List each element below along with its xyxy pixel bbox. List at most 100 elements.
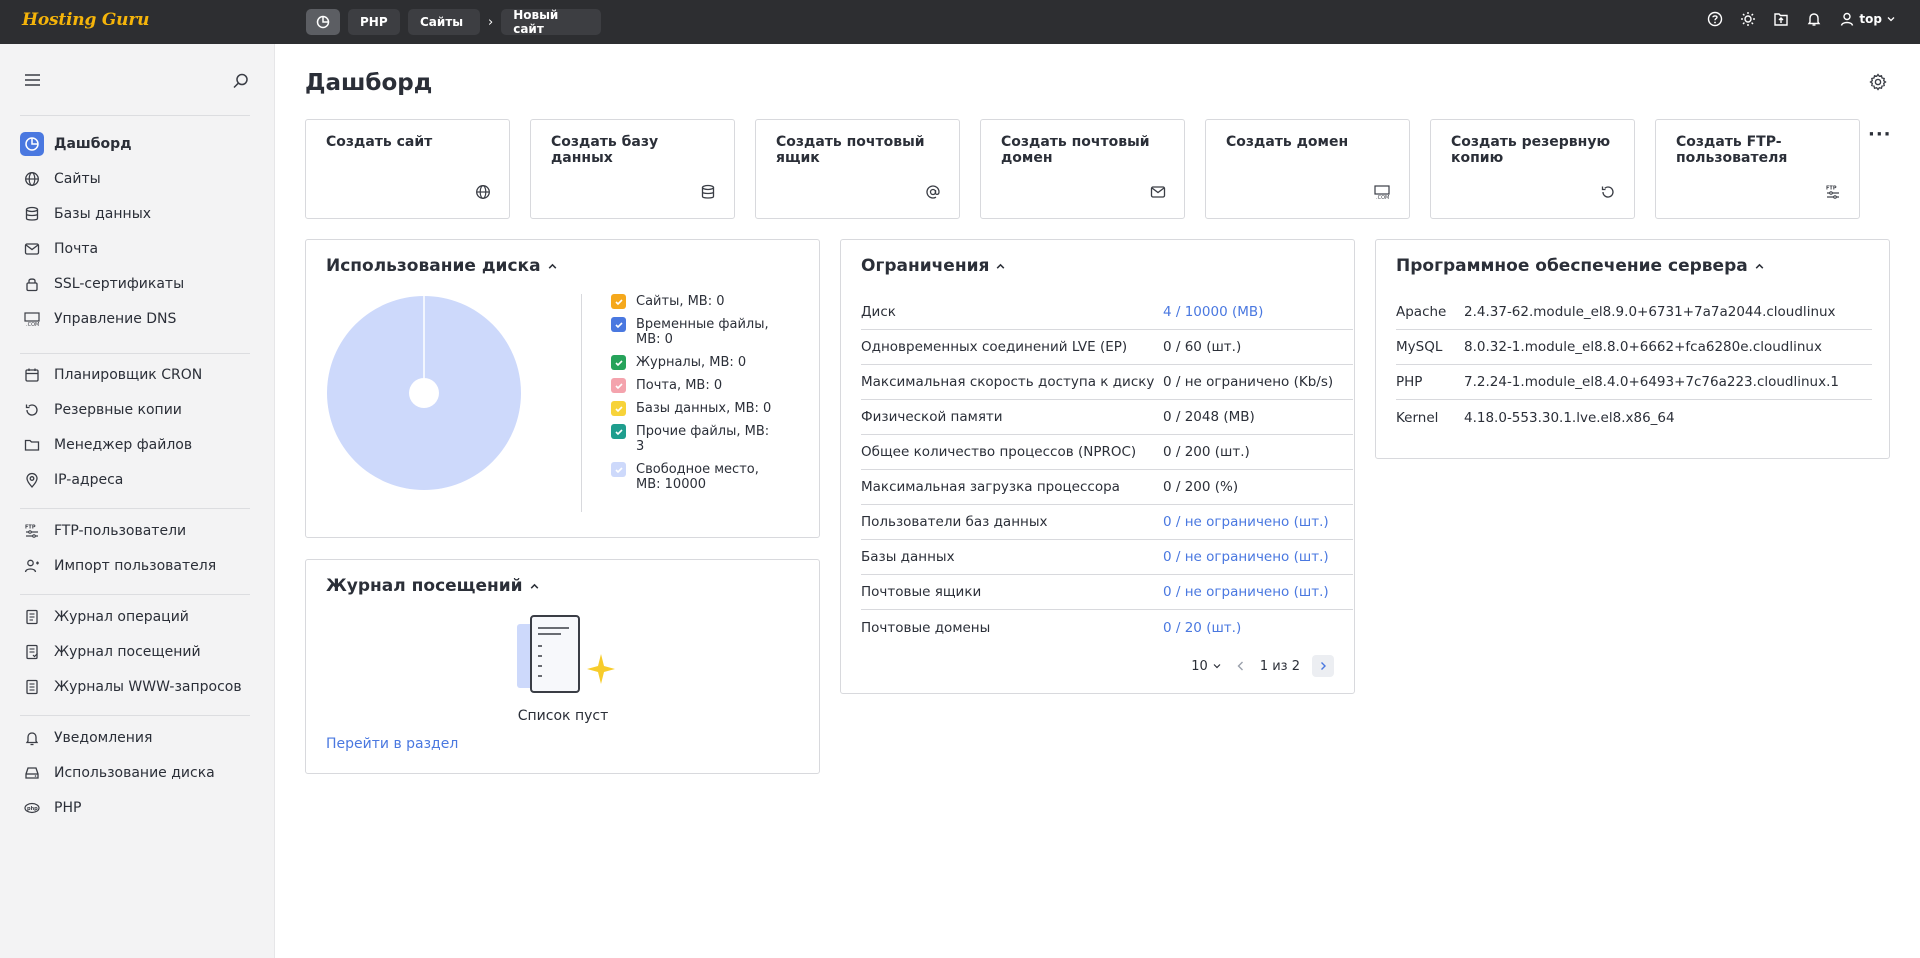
- create-mailbox-card[interactable]: Создать почтовый ящик: [755, 119, 960, 219]
- chevron-up-icon: [1755, 263, 1764, 269]
- breadcrumb-home-button[interactable]: [306, 9, 340, 35]
- sidebar-item-label: Почта: [54, 241, 99, 257]
- page-size-select[interactable]: 10: [1191, 659, 1222, 674]
- software-name: PHP: [1396, 374, 1423, 390]
- limit-name: Максимальная загрузка процессора: [861, 479, 1120, 495]
- limit-name: Диск: [861, 304, 896, 320]
- disk-usage-pie-chart: [327, 296, 521, 490]
- checkbox[interactable]: [611, 355, 626, 370]
- create-mail-domain-card[interactable]: Создать почтовый домен: [980, 119, 1185, 219]
- checkbox[interactable]: [611, 378, 626, 393]
- sidebar-divider: [20, 594, 250, 595]
- sidebar-item-dns[interactable]: .COM Управление DNS: [20, 305, 252, 333]
- folder-icon: [20, 433, 44, 457]
- dashboard-icon: [20, 132, 44, 156]
- create-database-card[interactable]: Создать базу данных: [530, 119, 735, 219]
- create-domain-card[interactable]: Создать домен .COM: [1205, 119, 1410, 219]
- card-label: Создать почтовый ящик: [776, 134, 925, 166]
- sidebar-item-ip[interactable]: IP-адреса: [20, 466, 252, 494]
- sidebar-item-ssl[interactable]: SSL-сертификаты: [20, 270, 252, 298]
- limit-value-link[interactable]: 0 / не ограничено (шт.): [1163, 514, 1329, 530]
- limit-name: Базы данных: [861, 549, 955, 565]
- sidebar-item-mail[interactable]: Почта: [20, 235, 252, 263]
- sidebar-divider: [20, 353, 250, 354]
- ftp-icon: FTP: [1826, 186, 1839, 199]
- create-ftp-user-card[interactable]: Создать FTP-пользователя FTP: [1655, 119, 1860, 219]
- bell-icon[interactable]: [1806, 11, 1822, 27]
- help-icon[interactable]: [1707, 11, 1723, 27]
- backup-icon: [1601, 186, 1614, 198]
- sidebar-item-operations-log[interactable]: Журнал операций: [20, 603, 252, 631]
- software-version: 2.4.37-62.module_el8.9.0+6731+7a7a2044.c…: [1464, 304, 1836, 320]
- breadcrumb-item-new-site[interactable]: Новый сайт: [501, 8, 602, 36]
- page-title: Дашборд: [305, 70, 433, 96]
- legend-label: Временные файлы, MB: 0: [636, 317, 769, 347]
- user-menu[interactable]: top: [1839, 11, 1896, 27]
- sidebar-item-ftp[interactable]: FTP FTP-пользователи: [20, 517, 252, 545]
- limit-row-memory: Физической памяти 0 / 2048 (MB): [861, 400, 1353, 435]
- breadcrumb-item-sites[interactable]: Сайты: [408, 9, 480, 35]
- sidebar-item-databases[interactable]: Базы данных: [20, 200, 252, 228]
- sidebar-item-sites[interactable]: Сайты: [20, 165, 252, 193]
- software-name: Apache: [1396, 304, 1447, 320]
- panel-header[interactable]: Ограничения: [861, 256, 1006, 276]
- search-icon[interactable]: [232, 72, 250, 90]
- sidebar-item-dashboard[interactable]: Дашборд: [20, 130, 252, 158]
- limit-row-cpu: Максимальная загрузка процессора 0 / 200 …: [861, 470, 1353, 505]
- panel-header[interactable]: Использование диска: [326, 256, 558, 276]
- www-log-icon: [20, 675, 44, 699]
- breadcrumb-item-php[interactable]: PHP: [348, 9, 400, 35]
- sidebar-item-disk-usage[interactable]: Использование диска: [20, 759, 252, 787]
- go-to-section-link[interactable]: Перейти в раздел: [326, 736, 458, 752]
- disk-usage-legend: Сайты, MB: 0 Временные файлы, MB: 0 Журн…: [581, 294, 781, 512]
- pagination: 10 1 из 2: [1191, 655, 1334, 677]
- panel-header[interactable]: Программное обеспечение сервера: [1396, 256, 1765, 276]
- legend-item[interactable]: Журналы, MB: 0: [611, 355, 781, 370]
- sidebar-item-file-manager[interactable]: Менеджер файлов: [20, 431, 252, 459]
- create-site-card[interactable]: Создать сайт: [305, 119, 510, 219]
- limit-value: 0 / 200 (шт.): [1163, 444, 1250, 460]
- legend-item[interactable]: Свободное место, MB: 10000: [611, 462, 781, 492]
- sidebar-item-label: IP-адреса: [54, 472, 124, 488]
- sidebar-item-visits-log[interactable]: Журнал посещений: [20, 638, 252, 666]
- card-label: Создать FTP-пользователя: [1676, 134, 1788, 166]
- menu-icon[interactable]: [24, 72, 42, 88]
- sidebar-item-notifications[interactable]: Уведомления: [20, 724, 252, 752]
- limit-value-link[interactable]: 4 / 10000 (MB): [1163, 304, 1263, 320]
- checkbox[interactable]: [611, 401, 626, 416]
- checkbox[interactable]: [611, 317, 626, 332]
- sidebar-item-www-logs[interactable]: Журналы WWW-запросов: [20, 673, 252, 701]
- sidebar-item-php[interactable]: php PHP: [20, 794, 252, 822]
- checkbox[interactable]: [611, 462, 626, 477]
- sidebar-item-label: Менеджер файлов: [54, 437, 193, 453]
- sidebar-item-label: Использование диска: [54, 765, 215, 781]
- legend-item[interactable]: Почта, MB: 0: [611, 378, 781, 393]
- legend-item[interactable]: Сайты, MB: 0: [611, 294, 781, 309]
- upload-file-icon[interactable]: [1773, 11, 1789, 27]
- sidebar-item-backups[interactable]: Резервные копии: [20, 396, 252, 424]
- logo[interactable]: Hosting Guru: [22, 10, 149, 30]
- legend-item[interactable]: Базы данных, MB: 0: [611, 401, 781, 416]
- create-backup-card[interactable]: Создать резервную копию: [1430, 119, 1635, 219]
- software-row: Apache 2.4.37-62.module_el8.9.0+6731+7a7a…: [1396, 295, 1872, 330]
- legend-item[interactable]: Прочие файлы, MB: 3: [611, 424, 781, 454]
- next-page-button[interactable]: [1312, 655, 1334, 677]
- prev-page-button[interactable]: [1234, 659, 1248, 673]
- gear-icon[interactable]: [1869, 73, 1887, 91]
- limit-value-link[interactable]: 0 / не ограничено (шт.): [1163, 549, 1329, 565]
- sidebar-item-cron[interactable]: Планировщик CRON: [20, 361, 252, 389]
- limit-value-link[interactable]: 0 / не ограничено (шт.): [1163, 584, 1329, 600]
- checkbox[interactable]: [611, 294, 626, 309]
- limit-value-link[interactable]: 0 / 20 (шт.): [1163, 620, 1241, 636]
- ftp-icon: FTP: [20, 519, 44, 543]
- theme-sun-icon[interactable]: [1740, 11, 1756, 27]
- sidebar-item-label: Дашборд: [54, 136, 132, 152]
- checkbox[interactable]: [611, 424, 626, 439]
- more-actions-button[interactable]: ···: [1868, 124, 1892, 145]
- user-name: top: [1859, 12, 1882, 26]
- panel-header[interactable]: Журнал посещений: [326, 576, 540, 596]
- limit-name: Физической памяти: [861, 409, 1003, 425]
- calendar-icon: [20, 363, 44, 387]
- sidebar-item-user-import[interactable]: Импорт пользователя: [20, 552, 252, 580]
- legend-item[interactable]: Временные файлы, MB: 0: [611, 317, 781, 347]
